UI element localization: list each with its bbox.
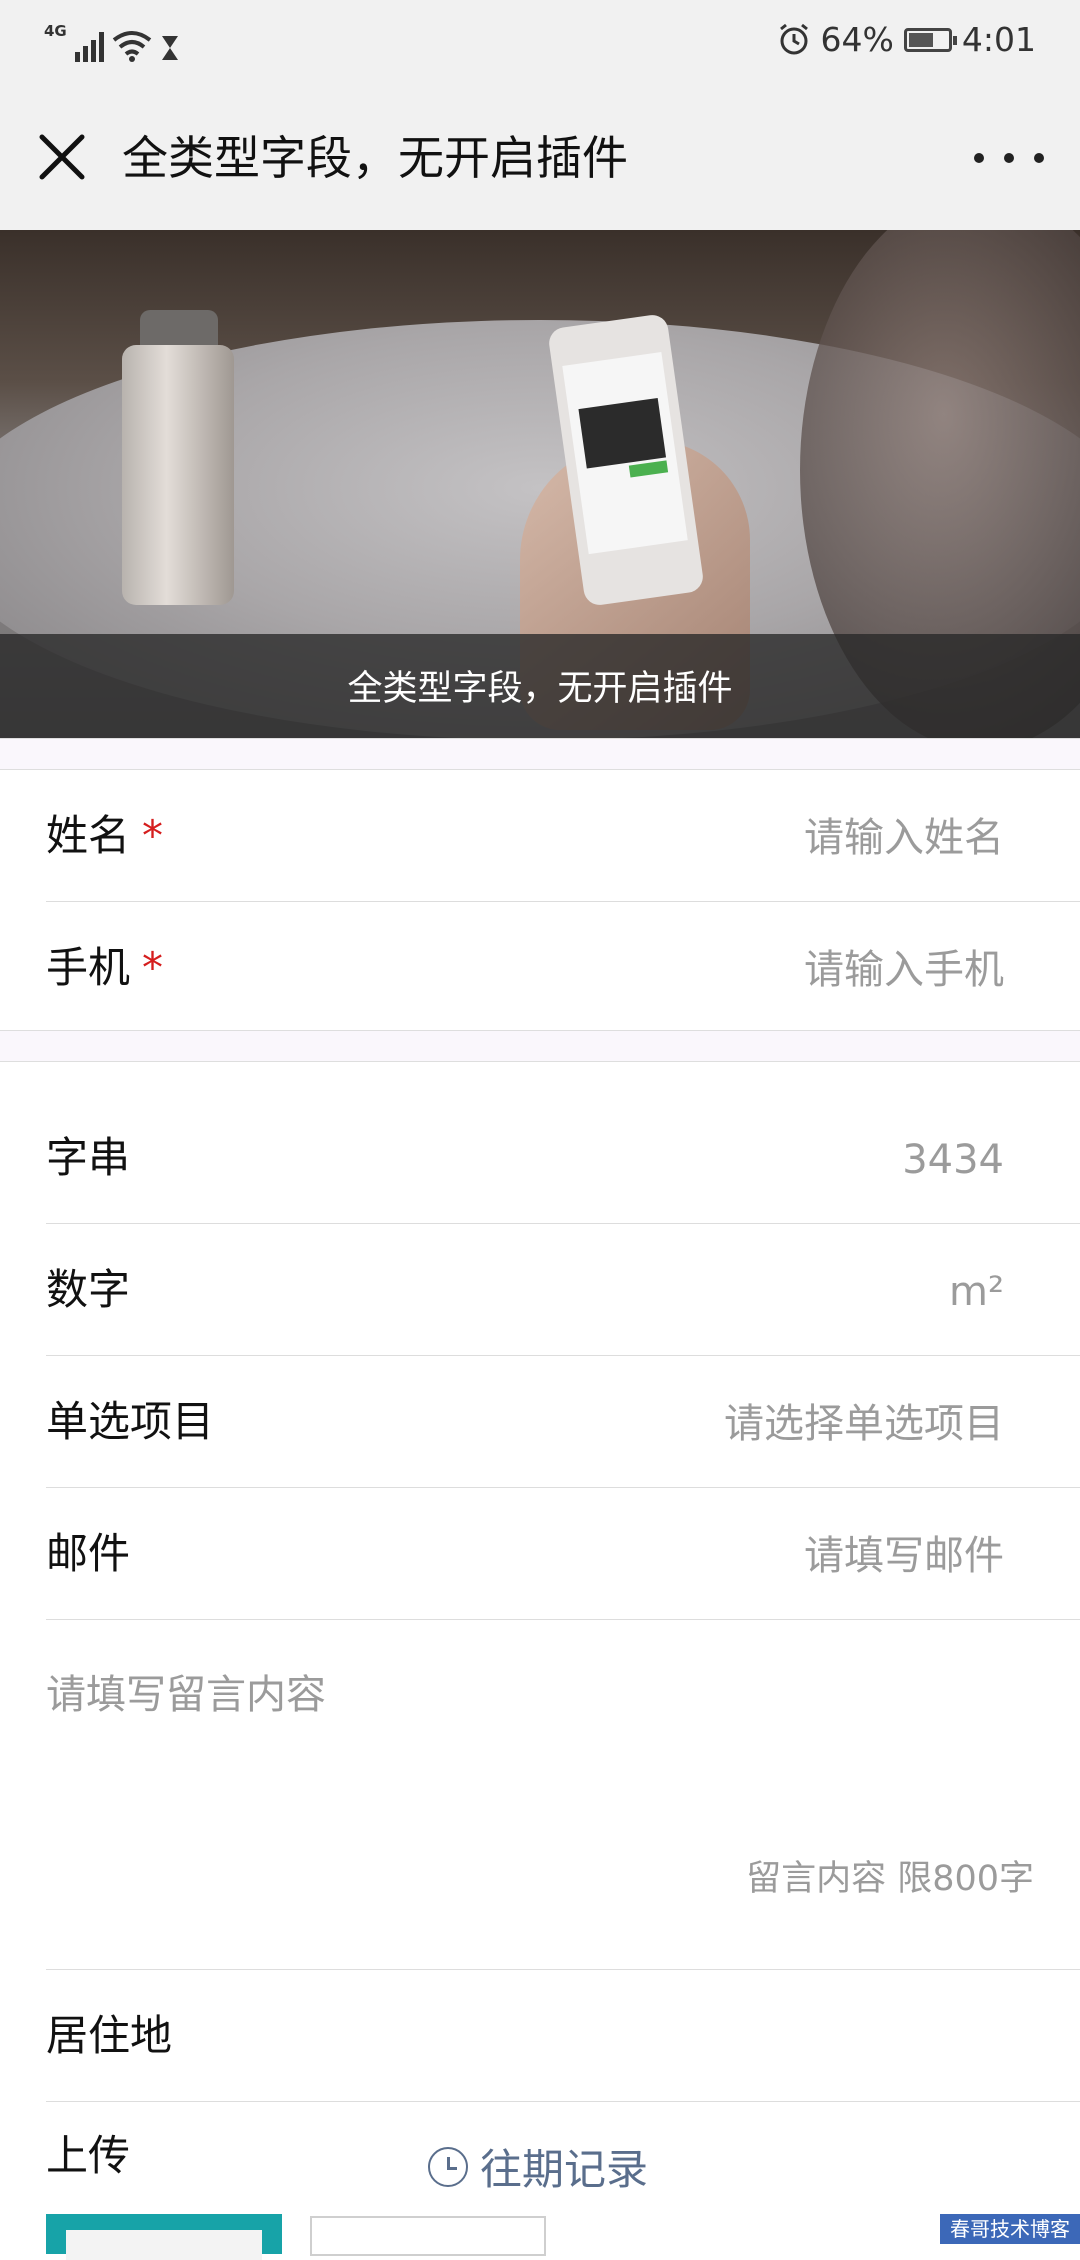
single-select-label: 单选项目 — [46, 1397, 215, 1446]
battery-icon — [903, 27, 957, 52]
watermark: 春哥技术博客 — [940, 2214, 1080, 2244]
message-placeholder: 请填写留言内容 — [46, 1672, 326, 1718]
phone-field[interactable]: 手机 * 请输入手机 — [0, 902, 1080, 1034]
message-textarea[interactable]: 请填写留言内容 留言内容 限800字 — [0, 1622, 1080, 1970]
string-input[interactable]: 3434 — [902, 1092, 1004, 1224]
status-bar: 4G 64% 4:01 — [0, 0, 1080, 84]
upload-thumbnail[interactable] — [46, 2214, 282, 2260]
upload-add-slot[interactable] — [310, 2216, 546, 2256]
page-title: 全类型字段，无开启插件 — [122, 131, 628, 185]
banner-caption: 全类型字段，无开启插件 — [0, 634, 1080, 738]
more-icon[interactable] — [974, 138, 1044, 178]
banner-image: 全类型字段，无开启插件 — [0, 230, 1080, 738]
upload-label: 上传 — [46, 2131, 131, 2180]
string-label: 字串 — [46, 1133, 131, 1182]
alarm-icon — [779, 23, 808, 54]
wifi-icon — [112, 31, 151, 62]
single-select-field[interactable]: 单选项目 请选择单选项目 — [0, 1356, 1080, 1488]
signal-icon — [74, 30, 104, 62]
number-unit[interactable]: m² — [949, 1224, 1004, 1356]
clock-time: 4:01 — [961, 20, 1036, 59]
history-link[interactable]: 往期记录 — [428, 2136, 648, 2197]
residence-label: 居住地 — [46, 2011, 173, 2060]
hourglass-icon — [161, 36, 178, 60]
section-gap — [0, 1030, 1080, 1062]
name-label: 姓名 * — [46, 811, 164, 860]
email-field[interactable]: 邮件 请填写邮件 — [0, 1488, 1080, 1620]
number-field[interactable]: 数字 m² — [0, 1224, 1080, 1356]
status-left: 4G — [44, 22, 180, 62]
phone-input[interactable]: 请输入手机 — [804, 902, 1004, 1034]
network-type: 4G — [44, 22, 67, 40]
section-gap — [0, 738, 1080, 770]
email-input[interactable]: 请填写邮件 — [804, 1488, 1004, 1620]
name-input[interactable]: 请输入姓名 — [804, 770, 1004, 902]
sugar-shaker-illustration — [122, 345, 234, 605]
status-right: 64% 4:01 — [777, 20, 1036, 59]
close-icon[interactable] — [34, 129, 90, 185]
phone-label: 手机 * — [46, 943, 164, 992]
clock-icon — [428, 2146, 468, 2187]
name-field[interactable]: 姓名 * 请输入姓名 — [0, 770, 1080, 902]
string-field[interactable]: 字串 3434 — [0, 1092, 1080, 1224]
navigation-bar: 全类型字段，无开启插件 — [0, 84, 1080, 230]
residence-field[interactable]: 居住地 — [0, 1970, 1080, 2102]
history-link-label: 往期记录 — [480, 2145, 649, 2194]
message-limit-hint: 留言内容 限800字 — [746, 1859, 1034, 1899]
number-label: 数字 — [46, 1265, 131, 1314]
email-label: 邮件 — [46, 1529, 131, 1578]
battery-percent: 64% — [820, 20, 894, 59]
single-select-input[interactable]: 请选择单选项目 — [724, 1356, 1004, 1488]
